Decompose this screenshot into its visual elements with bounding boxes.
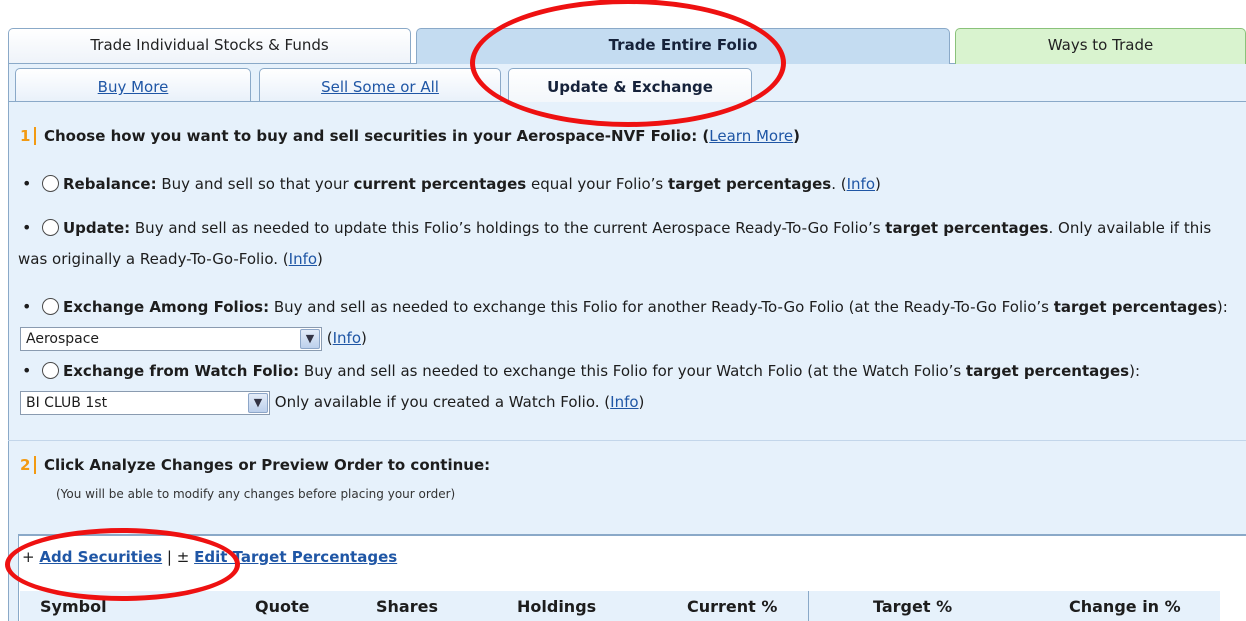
subtab-sell-some[interactable]: Sell Some or All xyxy=(259,68,501,101)
exchange-among-info-link[interactable]: Info xyxy=(333,329,361,347)
tab-ways-to-trade[interactable]: Ways to Trade xyxy=(955,28,1246,64)
tab-trade-individual[interactable]: Trade Individual Stocks & Funds xyxy=(8,28,411,64)
option-update-title: Update: xyxy=(63,219,131,237)
bullet-icon: • xyxy=(22,174,32,193)
exchange-watch-info-link[interactable]: Info xyxy=(610,393,638,411)
step-1-text: Choose how you want to buy and sell secu… xyxy=(44,127,698,145)
bullet-icon: • xyxy=(22,361,32,380)
step-1-heading: 1 Choose how you want to buy and sell sec… xyxy=(18,127,801,145)
col-quote[interactable]: Quote xyxy=(255,597,309,616)
col-symbol[interactable]: Symbol xyxy=(40,597,107,616)
rebalance-info-link[interactable]: Info xyxy=(847,175,875,193)
watch-folio-select-value: BI CLUB 1st xyxy=(26,394,108,411)
radio-exchange-among[interactable] xyxy=(42,298,59,315)
folio-select[interactable]: Aerospace ▼ xyxy=(20,326,322,351)
subtab-update-exchange[interactable]: Update & Exchange xyxy=(508,68,752,102)
step-2-text: Click Analyze Changes or Preview Order t… xyxy=(44,456,491,474)
folio-select-value: Aerospace xyxy=(26,330,100,347)
step-2-heading: 2 Click Analyze Changes or Preview Order … xyxy=(18,456,490,474)
option-exchange-watch-title: Exchange from Watch Folio: xyxy=(63,362,300,380)
chevron-down-icon[interactable]: ▼ xyxy=(248,392,268,413)
step-1-number: 1 xyxy=(18,127,36,145)
section-divider xyxy=(8,440,1246,441)
option-rebalance: • Rebalance: Buy and sell so that your cu… xyxy=(18,168,1244,200)
edit-target-percentages-link[interactable]: Edit Target Percentages xyxy=(194,548,397,566)
col-shares[interactable]: Shares xyxy=(376,597,438,616)
table-header-row xyxy=(20,591,1220,621)
col-change-pct[interactable]: Change in % xyxy=(1069,597,1181,616)
col-current-pct[interactable]: Current % xyxy=(687,597,777,616)
chevron-down-icon[interactable]: ▼ xyxy=(300,328,320,349)
column-divider xyxy=(808,591,809,621)
radio-exchange-watch[interactable] xyxy=(42,362,59,379)
bullet-icon: • xyxy=(22,297,32,316)
tab-trade-entire-folio[interactable]: Trade Entire Folio xyxy=(416,28,950,64)
radio-update[interactable] xyxy=(42,219,59,236)
subtab-buy-more-link[interactable]: Buy More xyxy=(98,78,169,96)
col-target-pct[interactable]: Target % xyxy=(873,597,952,616)
step-2-number: 2 xyxy=(18,456,36,474)
subtab-sell-some-link[interactable]: Sell Some or All xyxy=(321,78,439,96)
option-exchange-watch: • Exchange from Watch Folio: Buy and sell… xyxy=(18,355,1244,418)
option-exchange-among: • Exchange Among Folios: Buy and sell as … xyxy=(18,291,1244,354)
option-exchange-among-title: Exchange Among Folios: xyxy=(63,298,270,316)
learn-more-link[interactable]: Learn More xyxy=(709,127,793,145)
watch-folio-select[interactable]: BI CLUB 1st ▼ xyxy=(20,390,270,415)
update-info-link[interactable]: Info xyxy=(289,250,317,268)
option-update: • Update: Buy and sell as needed to updat… xyxy=(18,212,1244,275)
subtab-buy-more[interactable]: Buy More xyxy=(15,68,251,101)
radio-rebalance[interactable] xyxy=(42,175,59,192)
table-toolbar: + Add Securities | ± Edit Target Percent… xyxy=(22,548,398,566)
option-rebalance-title: Rebalance: xyxy=(63,175,157,193)
bullet-icon: • xyxy=(22,218,32,237)
step-2-note: (You will be able to modify any changes … xyxy=(56,487,456,501)
add-securities-link[interactable]: Add Securities xyxy=(39,548,162,566)
col-holdings[interactable]: Holdings xyxy=(517,597,596,616)
